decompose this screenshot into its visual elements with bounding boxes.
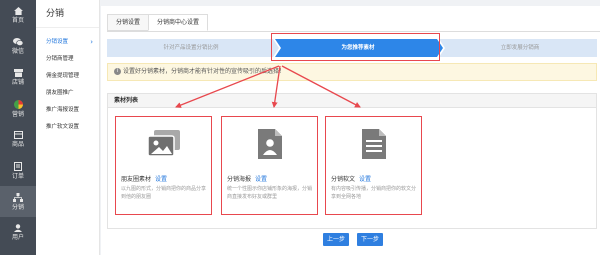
nav-item-distribution[interactable]: 分销	[0, 186, 36, 217]
step-3-label[interactable]: 立即发展分销商	[443, 39, 597, 57]
step-1-label[interactable]: 针对产品设置分销比例	[107, 39, 275, 57]
nav-label: 微信	[11, 48, 24, 55]
article-icon	[361, 129, 386, 159]
card-description: 有内容吸引传播，分销商把你的软文分享到全网各地	[331, 186, 417, 200]
nav-label: 营销	[11, 110, 24, 118]
card-settings-link[interactable]: 设置	[359, 176, 371, 183]
next-step-button[interactable]: 下一步	[357, 233, 383, 246]
material-card-poster: 分销海报 设置 统一个性图示你店铺形象的海报，分销商直接发布好友或群里	[221, 116, 318, 215]
material-card-moments: 朋友圈素材 设置 以九图的形式，分销商把你的商品分享到他的朋友圈	[115, 116, 212, 215]
nav-item-store[interactable]: 店铺	[0, 62, 36, 93]
card-title: 分销海报	[227, 176, 252, 183]
card-title: 分销软文	[331, 176, 356, 183]
poster-icon	[257, 129, 282, 159]
sidebar-item-distributor-management[interactable]: 分销商管理	[36, 51, 99, 68]
nav-item-wechat[interactable]: 微信	[0, 31, 36, 62]
nav-label: 店铺	[11, 79, 24, 86]
sidebar-item-distribution-settings[interactable]: 分销设置 ›	[36, 34, 99, 51]
sidebar-item-moments-promotion[interactable]: 朋友圈推广	[36, 85, 99, 102]
card-settings-link[interactable]: 设置	[155, 176, 167, 183]
photos-icon	[147, 130, 180, 157]
card-title: 朋友圈素材	[121, 176, 152, 183]
material-card-article: 分销软文 设置 有内容吸引传播，分销商把你的软文分享到全网各地	[325, 116, 422, 215]
sidebar-item-poster-settings[interactable]: 推广海报设置	[36, 102, 99, 119]
tab-distributor-center[interactable]: 分销商中心设置	[148, 14, 209, 31]
tab-divider	[107, 31, 600, 32]
chevron-right-icon: ›	[90, 38, 93, 46]
wechat-icon	[13, 38, 23, 46]
marketing-icon	[13, 99, 23, 109]
nav-label: 用户	[11, 234, 24, 241]
prev-step-button[interactable]: 上一步	[323, 233, 349, 246]
card-settings-link[interactable]: 设置	[255, 176, 267, 183]
card-description: 以九图的形式，分销商把你的商品分享到他的朋友圈	[121, 186, 207, 200]
step-highlight-box	[271, 33, 440, 61]
nav-label: 商品	[11, 141, 24, 148]
nav-label: 分销	[11, 203, 24, 211]
nav-item-order[interactable]: 订单	[0, 155, 36, 186]
notice-bar: i 设置好分销素材，分销商才能有针对性的宣传吸引的后选择！	[107, 63, 597, 81]
panel-title: 素材列表	[108, 94, 596, 108]
sidebar-item-article-settings[interactable]: 推广软文设置	[36, 119, 99, 136]
nav-item-product[interactable]: 商品	[0, 124, 36, 155]
sidebar-item-withdrawal-management[interactable]: 佣金提现管理	[36, 68, 99, 85]
sub-sidebar: 分销 分销设置 › 分销商管理 佣金提现管理 朋友圈推广 推广海报设置 推广软文…	[36, 0, 100, 255]
tab-distribution-settings[interactable]: 分销设置	[107, 14, 150, 31]
product-icon	[13, 131, 23, 139]
nav-label: 订单	[11, 172, 24, 180]
tab-bar: 分销设置 分销商中心设置	[107, 14, 209, 31]
info-icon: i	[114, 68, 121, 75]
user-icon	[14, 224, 22, 232]
main-nav: 首页 微信 店铺 营销 商品 订单 分销 用户	[0, 0, 36, 255]
notice-text: 设置好分销素材，分销商才能有针对性的宣传吸引的后选择！	[123, 68, 286, 75]
nav-item-user[interactable]: 用户	[0, 217, 36, 248]
home-icon	[13, 7, 23, 15]
card-description: 统一个性图示你店铺形象的海报，分销商直接发布好友或群里	[227, 186, 313, 200]
distribution-icon	[13, 192, 23, 202]
order-icon	[14, 161, 22, 171]
nav-item-home[interactable]: 首页	[0, 0, 36, 31]
nav-item-marketing[interactable]: 营销	[0, 93, 36, 124]
store-icon	[13, 69, 23, 77]
nav-label: 首页	[11, 17, 24, 24]
sub-sidebar-title: 分销	[36, 0, 99, 28]
